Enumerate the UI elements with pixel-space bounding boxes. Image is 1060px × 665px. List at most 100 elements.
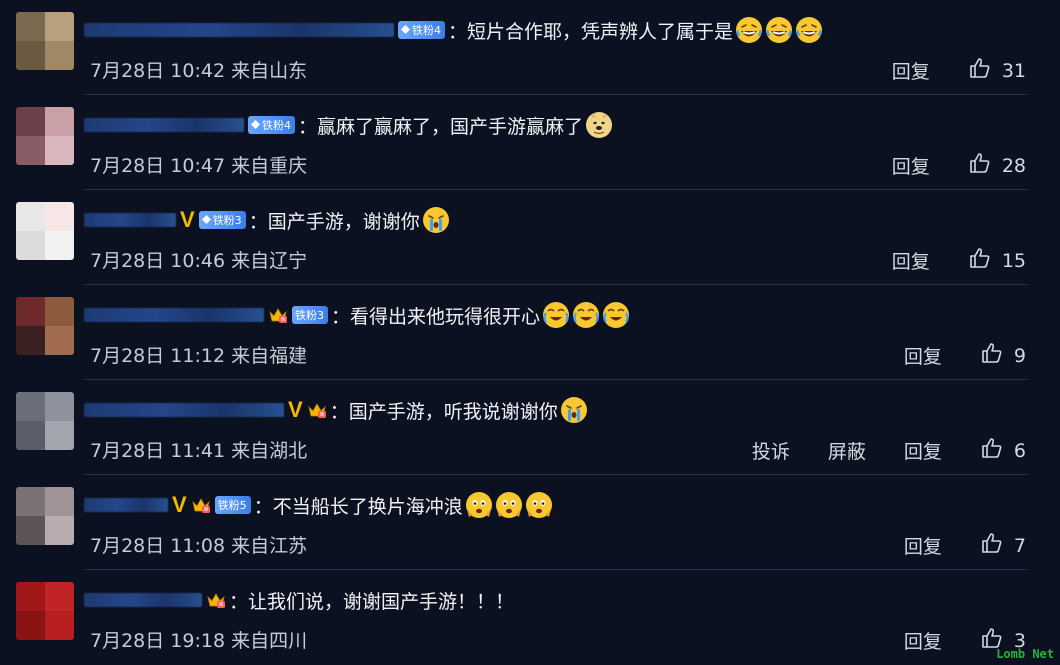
reply-button[interactable]: 回复: [892, 247, 930, 274]
comment-actions: 回复 31: [854, 56, 1026, 85]
fan-badge: 铁粉3: [292, 306, 328, 324]
colon-separator: ：: [448, 20, 468, 43]
comment-actions: 回复 28: [854, 151, 1026, 180]
comment-item: ：让我们说，谢谢国产手游！！！ 7月28日 19:18 来自四川 回复 3: [0, 570, 1060, 665]
verified-v-icon: V: [172, 492, 187, 517]
like-button[interactable]: 28: [968, 151, 1026, 180]
comment-timestamp-location: 7月28日 11:08 来自江苏: [90, 535, 308, 557]
reply-button[interactable]: 回复: [892, 152, 930, 179]
verified-v-icon: V: [288, 397, 303, 422]
avatar[interactable]: [16, 582, 74, 640]
comment-body: V 铁粉3 ：国产手游，谢谢你: [84, 202, 450, 238]
comment-body: 铁粉4 ：短片合作耶，凭声辨人了属于是: [84, 12, 823, 48]
like-button[interactable]: 15: [968, 246, 1026, 275]
laugh-emoji-icon: [795, 16, 823, 44]
diamond-icon: [251, 119, 262, 132]
comment-body: ：让我们说，谢谢国产手游！！！: [84, 582, 514, 618]
comment-actions: 回复 9: [866, 341, 1026, 370]
comment-actions: 投诉 屏蔽 回复 6: [714, 436, 1026, 465]
colon-separator: ：: [248, 210, 268, 233]
like-count: 28: [1001, 154, 1026, 177]
cry2-emoji-icon: [495, 491, 523, 519]
block-button[interactable]: 屏蔽: [828, 437, 866, 464]
fan-badge: 铁粉4: [398, 21, 445, 39]
reply-button[interactable]: 回复: [904, 627, 942, 654]
thumbs-up-icon: [968, 246, 1002, 275]
comment-timestamp-location: 7月28日 10:47 来自重庆: [90, 155, 308, 177]
comment-actions: 回复 15: [854, 246, 1026, 275]
colon-separator: ：: [298, 115, 318, 138]
like-button[interactable]: 7: [980, 531, 1026, 560]
colon-separator: ：: [329, 400, 349, 423]
laugh-emoji-icon: [735, 16, 763, 44]
fan-badge-label: 铁粉3: [212, 214, 242, 227]
reply-button[interactable]: 回复: [904, 342, 942, 369]
like-count: 15: [1001, 249, 1026, 272]
comment-item: 铁粉4 ：短片合作耶，凭声辨人了属于是 7月28日 10:42 来自山东 回复 31: [0, 0, 1060, 95]
comment-text: 让我们说，谢谢国产手游！！！: [248, 590, 515, 613]
thumbs-up-icon: [980, 531, 1014, 560]
laugh-emoji-icon: [765, 16, 793, 44]
thumbs-up-icon: [968, 151, 1002, 180]
username-blurred[interactable]: [84, 498, 168, 512]
fan-badge-label: 铁粉4: [412, 24, 441, 37]
avatar[interactable]: [16, 297, 74, 355]
diamond-icon: [201, 214, 213, 227]
like-count: 6: [1013, 439, 1026, 462]
username-blurred[interactable]: [84, 593, 202, 607]
comment-text: 赢麻了赢麻了，国产手游赢麻了: [317, 115, 584, 138]
avatar[interactable]: [16, 107, 74, 165]
username-blurred[interactable]: [84, 213, 176, 227]
thumbs-up-icon: [980, 436, 1014, 465]
crown-icon: [206, 591, 226, 609]
fan-badge: 铁粉4: [248, 116, 295, 134]
comment-text: 不当船长了换片海冲浪: [272, 495, 463, 518]
watermark: Lomb Net: [996, 647, 1054, 661]
fan-badge: 铁粉3: [198, 211, 246, 229]
like-count: 31: [1001, 59, 1026, 82]
cry2-emoji-icon: [465, 491, 493, 519]
comment-body: V 铁粉5 ：不当船长了换片海冲浪: [84, 487, 553, 523]
comment-text: 看得出来他玩得很开心: [350, 305, 541, 328]
comment-timestamp-location: 7月28日 11:41 来自湖北: [90, 440, 308, 462]
comment-list: 铁粉4：短片合作耶，凭声辨人了属于是 7月28日 10:42 来自山东 回复 31 铁粉…: [0, 0, 1060, 665]
username-blurred[interactable]: [84, 403, 284, 417]
comment-timestamp-location: 7月28日 10:42 来自山东: [90, 60, 308, 82]
like-button[interactable]: 6: [980, 436, 1026, 465]
colon-separator: ：: [253, 495, 273, 518]
like-button[interactable]: 9: [980, 341, 1026, 370]
crown-icon: [268, 306, 288, 324]
fan-badge: 铁粉5: [214, 496, 251, 514]
reply-button[interactable]: 回复: [904, 532, 942, 559]
tears-emoji-icon: [572, 301, 600, 329]
thumbs-up-icon: [980, 341, 1014, 370]
reply-button[interactable]: 回复: [892, 57, 930, 84]
comment-text: 国产手游，谢谢你: [267, 210, 420, 233]
fan-badge-label: 铁粉3: [295, 309, 324, 322]
cry2-emoji-icon: [525, 491, 553, 519]
report-button[interactable]: 投诉: [752, 437, 790, 464]
like-button[interactable]: 31: [968, 56, 1026, 85]
tears-emoji-icon: [602, 301, 630, 329]
comment-item: V 铁粉3 ：国产手游，谢谢你 7月28日 10:46 来自辽宁 回复 15: [0, 190, 1060, 285]
doge-emoji-icon: [585, 111, 613, 139]
reply-button[interactable]: 回复: [904, 437, 942, 464]
tears-emoji-icon: [542, 301, 570, 329]
comment-body: 铁粉4 ：赢麻了赢麻了，国产手游赢麻了: [84, 107, 613, 143]
cry-emoji-icon: [560, 396, 588, 424]
like-count: 7: [1013, 534, 1026, 557]
avatar[interactable]: [16, 202, 74, 260]
avatar[interactable]: [16, 487, 74, 545]
avatar[interactable]: [16, 392, 74, 450]
username-blurred[interactable]: [84, 308, 264, 322]
comment-item: V ：国产手游，听我说谢谢你 7月28日 11:41 来自湖北 投诉 屏蔽 回复 6: [0, 380, 1060, 475]
comment-timestamp-location: 7月28日 11:12 来自福建: [90, 345, 308, 367]
crown-icon: [191, 496, 211, 514]
crown-icon: [307, 401, 327, 419]
username-blurred[interactable]: [84, 118, 244, 132]
comment-body: V ：国产手游，听我说谢谢你: [84, 392, 588, 428]
comment-text: 国产手游，听我说谢谢你: [348, 400, 558, 423]
username-blurred[interactable]: [84, 23, 394, 37]
diamond-icon: [401, 24, 412, 37]
avatar[interactable]: [16, 12, 74, 70]
